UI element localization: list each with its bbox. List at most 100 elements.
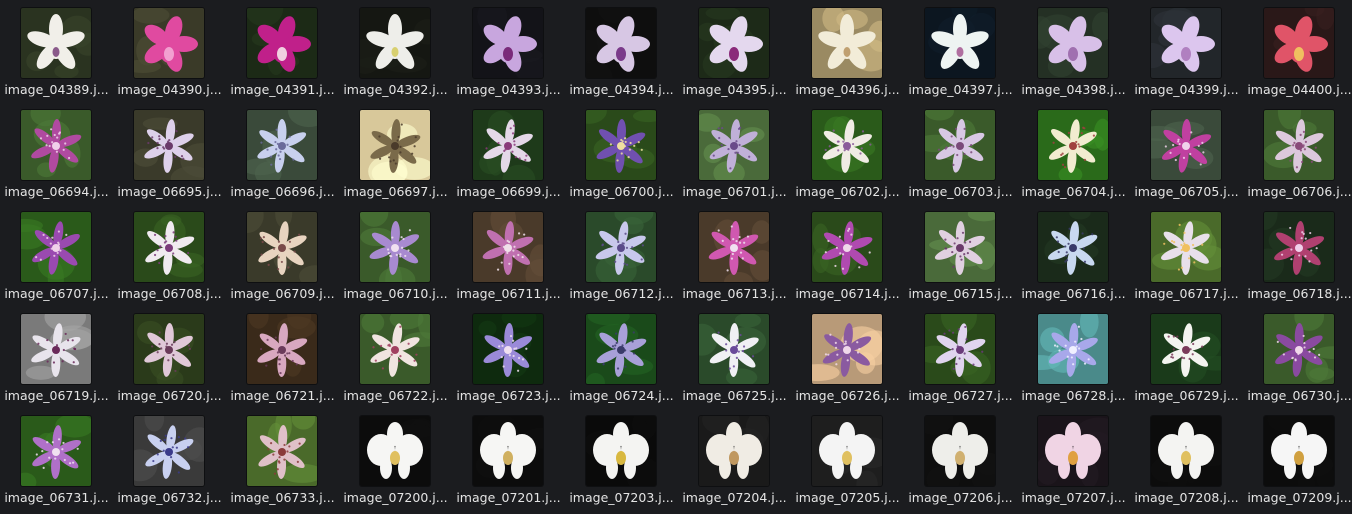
file-item[interactable]: image_06730.j...	[1243, 306, 1352, 406]
file-item[interactable]: image_04392.j...	[339, 0, 452, 100]
image-thumbnail-icon	[473, 416, 543, 486]
file-name: image_06712.j...	[569, 286, 674, 301]
image-thumbnail-icon	[1151, 8, 1221, 78]
image-thumbnail-icon	[586, 110, 656, 180]
file-item[interactable]: image_04398.j...	[1017, 0, 1130, 100]
file-item[interactable]: image_06703.j...	[904, 102, 1017, 202]
file-item[interactable]: image_06697.j...	[339, 102, 452, 202]
image-thumbnail	[586, 8, 656, 78]
image-thumbnail-icon	[134, 212, 204, 282]
file-item[interactable]: image_07205.j...	[791, 408, 904, 508]
file-name: image_06705.j...	[1134, 184, 1239, 199]
file-item[interactable]: image_06723.j...	[452, 306, 565, 406]
image-thumbnail	[699, 212, 769, 282]
file-item[interactable]: image_06710.j...	[339, 204, 452, 304]
file-item[interactable]: image_04390.j...	[113, 0, 226, 100]
file-item[interactable]: image_06728.j...	[1017, 306, 1130, 406]
file-name: image_06730.j...	[1247, 388, 1352, 403]
file-item[interactable]: image_06708.j...	[113, 204, 226, 304]
file-item[interactable]: image_06711.j...	[452, 204, 565, 304]
file-item[interactable]: image_07206.j...	[904, 408, 1017, 508]
file-item[interactable]: image_06701.j...	[678, 102, 791, 202]
image-thumbnail-icon	[925, 212, 995, 282]
image-thumbnail	[1264, 110, 1334, 180]
file-item[interactable]: image_06716.j...	[1017, 204, 1130, 304]
file-item[interactable]: image_06714.j...	[791, 204, 904, 304]
file-item[interactable]: image_04391.j...	[226, 0, 339, 100]
image-thumbnail	[360, 212, 430, 282]
file-item[interactable]: image_06715.j...	[904, 204, 1017, 304]
image-thumbnail-icon	[1038, 416, 1108, 486]
file-item[interactable]: image_06725.j...	[678, 306, 791, 406]
file-item[interactable]: image_06718.j...	[1243, 204, 1352, 304]
file-item[interactable]: image_04394.j...	[565, 0, 678, 100]
file-name: image_07204.j...	[682, 490, 787, 505]
file-item[interactable]: image_06719.j...	[0, 306, 113, 406]
image-thumbnail	[1151, 8, 1221, 78]
file-item[interactable]: image_06729.j...	[1130, 306, 1243, 406]
file-item[interactable]: image_06722.j...	[339, 306, 452, 406]
file-item[interactable]: image_06694.j...	[0, 102, 113, 202]
image-thumbnail	[134, 314, 204, 384]
file-name: image_06713.j...	[682, 286, 787, 301]
image-thumbnail-icon	[360, 212, 430, 282]
file-item[interactable]: image_04393.j...	[452, 0, 565, 100]
file-name: image_04396.j...	[795, 82, 900, 97]
image-thumbnail-icon	[812, 8, 882, 78]
file-item[interactable]: image_04395.j...	[678, 0, 791, 100]
file-item[interactable]: image_06727.j...	[904, 306, 1017, 406]
image-thumbnail	[1264, 212, 1334, 282]
file-item[interactable]: image_06700.j...	[565, 102, 678, 202]
image-thumbnail	[925, 314, 995, 384]
file-item[interactable]: image_07200.j...	[339, 408, 452, 508]
image-thumbnail-icon	[1264, 416, 1334, 486]
file-item[interactable]: image_06732.j...	[113, 408, 226, 508]
image-thumbnail	[1264, 314, 1334, 384]
file-item[interactable]: image_06721.j...	[226, 306, 339, 406]
file-item[interactable]: image_04399.j...	[1130, 0, 1243, 100]
file-item[interactable]: image_06731.j...	[0, 408, 113, 508]
file-item[interactable]: image_06707.j...	[0, 204, 113, 304]
image-thumbnail	[247, 416, 317, 486]
image-thumbnail-icon	[134, 8, 204, 78]
file-item[interactable]: image_04400.j...	[1243, 0, 1352, 100]
file-name: image_04399.j...	[1134, 82, 1239, 97]
file-item[interactable]: image_06702.j...	[791, 102, 904, 202]
file-item[interactable]: image_06706.j...	[1243, 102, 1352, 202]
image-thumbnail-icon	[247, 314, 317, 384]
file-item[interactable]: image_06726.j...	[791, 306, 904, 406]
file-item[interactable]: image_06704.j...	[1017, 102, 1130, 202]
file-item[interactable]: image_07201.j...	[452, 408, 565, 508]
image-thumbnail-icon	[473, 212, 543, 282]
file-item[interactable]: image_06705.j...	[1130, 102, 1243, 202]
file-item[interactable]: image_06720.j...	[113, 306, 226, 406]
file-name: image_06702.j...	[795, 184, 900, 199]
file-item[interactable]: image_07204.j...	[678, 408, 791, 508]
file-item[interactable]: image_04396.j...	[791, 0, 904, 100]
image-thumbnail	[247, 110, 317, 180]
file-item[interactable]: image_06717.j...	[1130, 204, 1243, 304]
image-thumbnail-icon	[699, 212, 769, 282]
file-item[interactable]: image_04389.j...	[0, 0, 113, 100]
file-name: image_07208.j...	[1134, 490, 1239, 505]
image-thumbnail-icon	[360, 110, 430, 180]
file-item[interactable]: image_07209.j...	[1243, 408, 1352, 508]
file-item[interactable]: image_06696.j...	[226, 102, 339, 202]
image-thumbnail-icon	[925, 8, 995, 78]
file-item[interactable]: image_06724.j...	[565, 306, 678, 406]
image-thumbnail-icon	[1151, 416, 1221, 486]
image-thumbnail	[586, 314, 656, 384]
file-item[interactable]: image_06709.j...	[226, 204, 339, 304]
image-thumbnail-icon	[812, 314, 882, 384]
file-item[interactable]: image_07207.j...	[1017, 408, 1130, 508]
file-item[interactable]: image_07203.j...	[565, 408, 678, 508]
file-item[interactable]: image_06733.j...	[226, 408, 339, 508]
file-item[interactable]: image_06699.j...	[452, 102, 565, 202]
file-name: image_04392.j...	[343, 82, 448, 97]
file-item[interactable]: image_06713.j...	[678, 204, 791, 304]
file-item[interactable]: image_07208.j...	[1130, 408, 1243, 508]
image-thumbnail	[247, 8, 317, 78]
file-item[interactable]: image_06695.j...	[113, 102, 226, 202]
file-item[interactable]: image_06712.j...	[565, 204, 678, 304]
file-item[interactable]: image_04397.j...	[904, 0, 1017, 100]
